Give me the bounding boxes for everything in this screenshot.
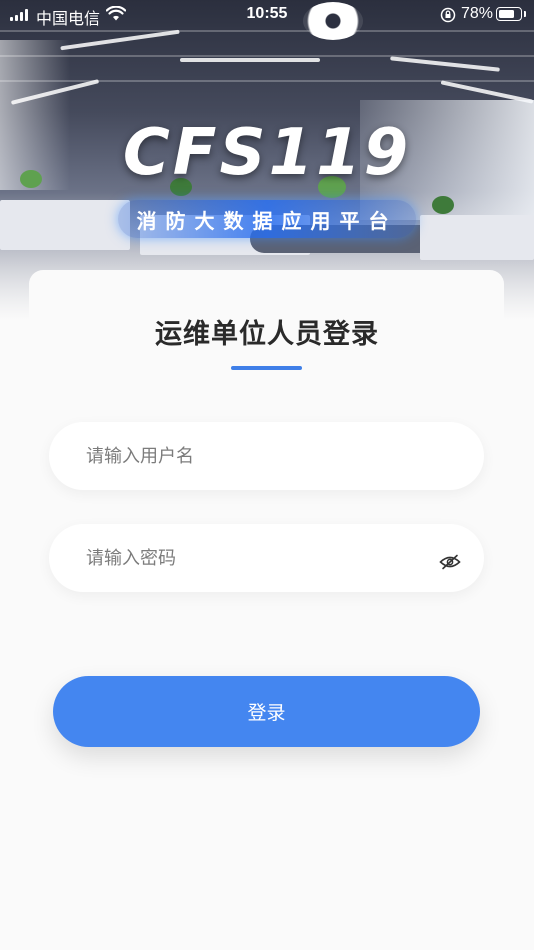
login-title: 运维单位人员登录: [155, 319, 379, 350]
login-button[interactable]: 登录: [53, 676, 480, 747]
password-field: [49, 524, 484, 592]
orientation-lock-icon: [440, 7, 456, 23]
title-underline: [231, 366, 302, 370]
battery-icon: [496, 7, 522, 21]
password-input[interactable]: [86, 524, 446, 592]
eye-hidden-icon[interactable]: [439, 554, 461, 570]
brand-title: CFS119: [122, 116, 412, 190]
login-screen: CFS119 消防大数据应用平台 中国电信 10:55 78% 运维单位人员登录: [0, 0, 534, 950]
battery-percent: 78%: [461, 5, 494, 22]
username-field: [49, 422, 484, 490]
brand-subtitle: 消防大数据应用平台: [118, 200, 416, 238]
status-bar: 中国电信 10:55 78%: [0, 0, 534, 30]
username-input[interactable]: [86, 422, 446, 490]
